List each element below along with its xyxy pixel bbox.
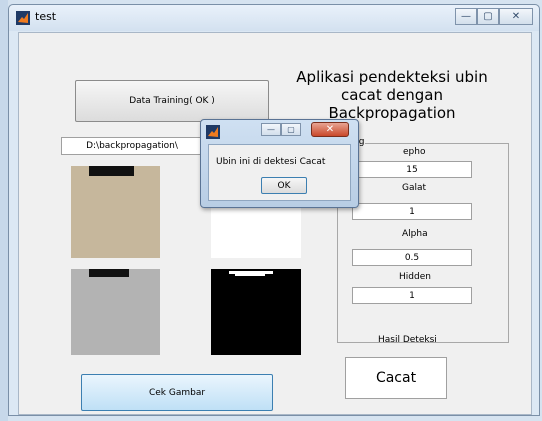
alpha-input[interactable]: 0.5 bbox=[352, 249, 472, 266]
data-training-button[interactable]: Data Training( OK ) bbox=[75, 80, 269, 122]
result-value: Cacat bbox=[345, 357, 447, 399]
galat-label: Galat bbox=[402, 183, 427, 193]
dialog-close-button[interactable]: ✕ bbox=[311, 122, 349, 137]
dialog-maximize-button[interactable]: ▢ bbox=[281, 123, 301, 136]
alpha-label: Alpha bbox=[402, 229, 428, 239]
page-title: Aplikasi pendekteksi ubin cacat dengan B… bbox=[296, 68, 488, 122]
galat-input[interactable]: 1 bbox=[352, 203, 472, 220]
epho-label: epho bbox=[403, 147, 426, 157]
cek-gambar-button[interactable]: Cek Gambar bbox=[81, 374, 273, 411]
message-dialog: — ▢ ✕ Ubin ini di dektesi Cacat OK bbox=[200, 119, 359, 208]
dialog-minimize-button[interactable]: — bbox=[261, 123, 281, 136]
tile-photo bbox=[71, 166, 160, 258]
figure-area: Aplikasi pendekteksi ubin cacat dengan B… bbox=[18, 32, 532, 415]
tile-binary-mask bbox=[211, 269, 301, 355]
app-window: test — ▢ ✕ Aplikasi pendekteksi ubin cac… bbox=[8, 4, 540, 416]
close-button[interactable]: ✕ bbox=[499, 8, 533, 25]
minimize-button[interactable]: — bbox=[455, 8, 477, 25]
tile-defect-mark bbox=[89, 166, 134, 176]
dialog-body: Ubin ini di dektesi Cacat OK bbox=[208, 144, 351, 201]
hidden-input[interactable]: 1 bbox=[352, 287, 472, 304]
window-title: test bbox=[35, 10, 57, 23]
mask-defect-line-2 bbox=[235, 274, 265, 276]
path-field[interactable]: D:\backpropagation\ bbox=[61, 137, 203, 155]
epho-input[interactable]: 15 bbox=[352, 161, 472, 178]
desktop-background bbox=[0, 0, 8, 421]
maximize-button[interactable]: ▢ bbox=[477, 8, 499, 25]
result-label: Hasil Deteksi bbox=[378, 335, 437, 345]
tile-grayscale-image bbox=[71, 269, 160, 355]
dialog-matlab-icon bbox=[206, 125, 220, 139]
tile-gray-defect-mark bbox=[89, 269, 129, 277]
dialog-ok-button[interactable]: OK bbox=[261, 177, 307, 194]
dialog-message: Ubin ini di dektesi Cacat bbox=[216, 157, 326, 167]
hidden-label: Hidden bbox=[399, 272, 431, 282]
title-bar[interactable]: test — ▢ ✕ bbox=[9, 5, 539, 31]
matlab-icon bbox=[16, 11, 30, 25]
